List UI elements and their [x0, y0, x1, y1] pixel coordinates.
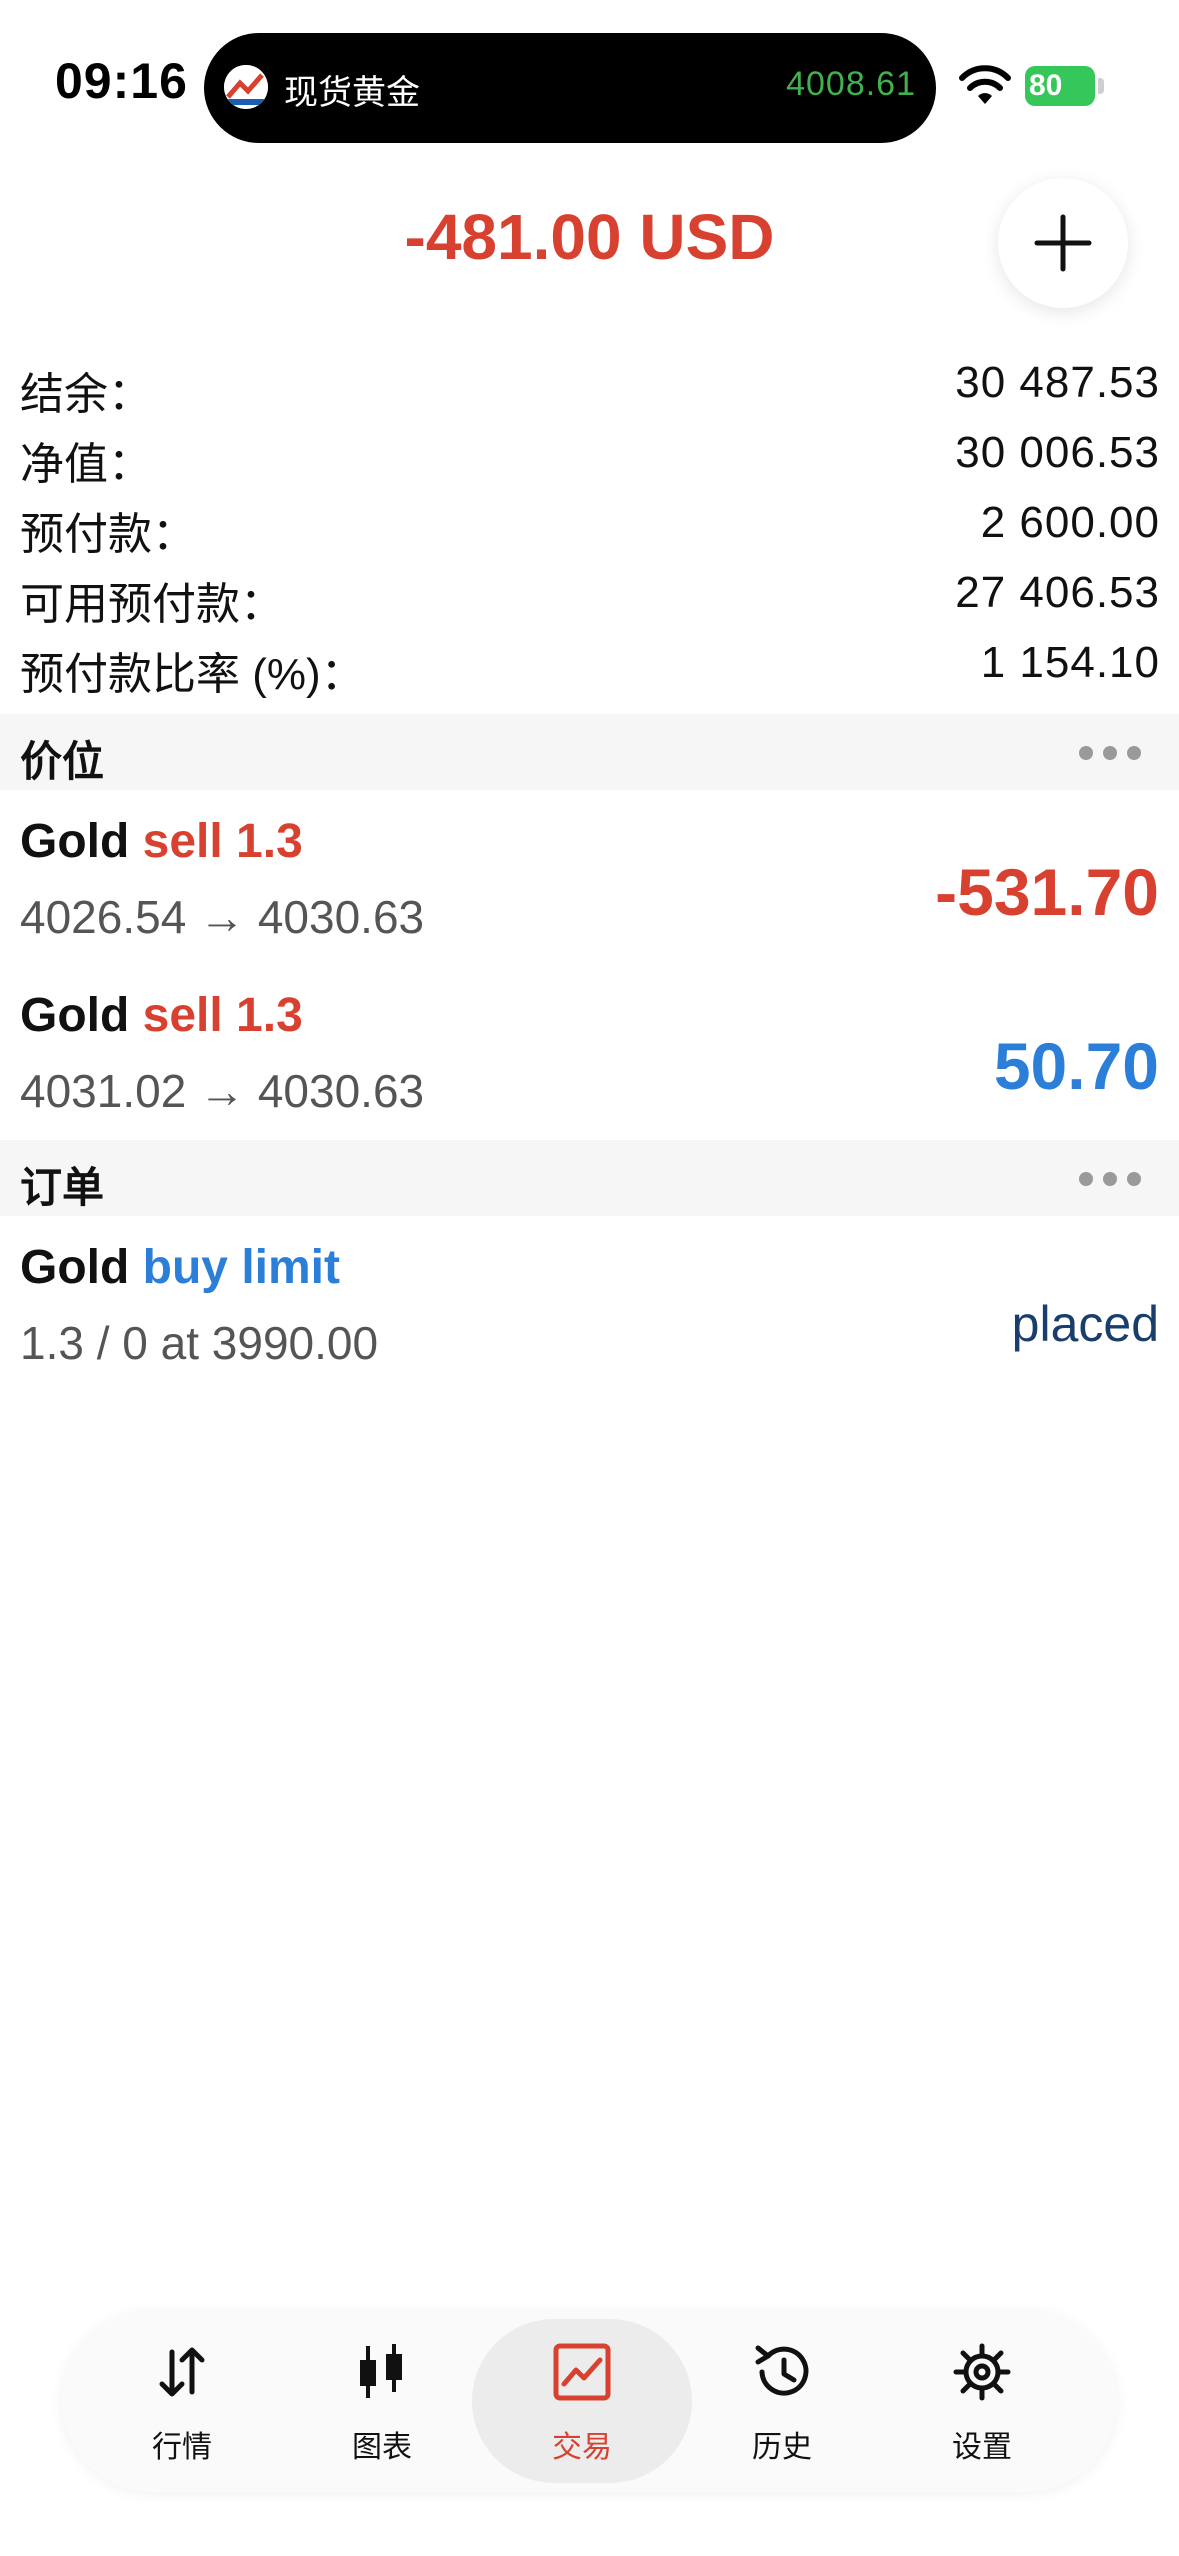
tab-history[interactable]: 历史 [682, 2310, 882, 2492]
tab-label: 交易 [552, 2431, 612, 2464]
order-status: placed [1011, 1296, 1159, 1352]
margin-level-label: 预付款比率 (%)： [20, 650, 365, 699]
account-row-balance: 结余： 30 487.53 [20, 358, 1160, 419]
order-details: 1.3 / 0 at 3990.00 [20, 1317, 379, 1369]
position-prices: 4026.54 → 4030.63 [20, 891, 425, 943]
margin-value: 2 600.00 [980, 498, 1160, 547]
margin-label: 预付款： [20, 510, 196, 559]
tab-settings[interactable]: 设置 [882, 2310, 1082, 2492]
tab-label: 历史 [752, 2431, 812, 2464]
trade-chart-icon [553, 2343, 611, 2401]
tab-label: 图表 [352, 2431, 412, 2464]
equity-value: 30 006.53 [955, 428, 1160, 477]
position-symbol: Gold sell 1.3 [20, 814, 303, 869]
tab-quotes[interactable]: 行情 [82, 2310, 282, 2492]
battery-indicator: 80 [1025, 66, 1105, 106]
new-order-button[interactable] [998, 178, 1128, 308]
battery-level: 80 [1025, 66, 1095, 106]
live-activity-island[interactable]: 现货黄金 4008.61 [204, 33, 936, 143]
order-row[interactable]: Gold buy limit 1.3 / 0 at 3990.00 placed [0, 1240, 1179, 1410]
position-symbol: Gold sell 1.3 [20, 988, 303, 1043]
account-row-margin-level: 预付款比率 (%)： 1 154.10 [20, 638, 1160, 699]
symbol-name: Gold [20, 989, 130, 1042]
order-symbol: Gold buy limit [20, 1240, 340, 1295]
symbol-name: Gold [20, 1241, 130, 1294]
position-side: sell 1.3 [142, 989, 303, 1042]
tab-label: 行情 [152, 2431, 212, 2464]
free-margin-label: 可用预付款： [20, 580, 284, 629]
status-time: 09:16 [55, 53, 188, 109]
plus-icon [1034, 214, 1092, 272]
balance-value: 30 487.53 [955, 358, 1160, 407]
equity-label: 净值： [20, 440, 152, 489]
position-prices: 4031.02 → 4030.63 [20, 1065, 425, 1117]
battery-tip [1098, 78, 1104, 94]
balance-label: 结余： [20, 370, 152, 419]
positions-section-header: 价位 [0, 714, 1179, 790]
wifi-icon [958, 62, 1012, 108]
candlestick-icon [360, 2344, 402, 2398]
history-clock-icon [755, 2345, 809, 2396]
arrows-up-down-icon [159, 2347, 205, 2397]
position-row[interactable]: Gold sell 1.3 4031.02 → 4030.63 50.70 [0, 988, 1179, 1158]
island-title: 现货黄金 [284, 74, 420, 112]
margin-level-value: 1 154.10 [980, 638, 1160, 687]
island-price: 4008.61 [786, 65, 916, 103]
account-row-free-margin: 可用预付款： 27 406.53 [20, 568, 1160, 629]
position-profit: 50.70 [993, 1029, 1159, 1103]
position-profit: -531.70 [935, 855, 1159, 929]
more-options-icon[interactable] [1079, 746, 1141, 760]
tab-label: 设置 [952, 2431, 1012, 2464]
position-row[interactable]: Gold sell 1.3 4026.54 → 4030.63 -531.70 [0, 814, 1179, 984]
symbol-name: Gold [20, 815, 130, 868]
orders-section-header: 订单 [0, 1140, 1179, 1216]
gear-icon [953, 2343, 1011, 2401]
position-side: sell 1.3 [142, 815, 303, 868]
more-options-icon[interactable] [1079, 1172, 1141, 1186]
orders-title: 订单 [20, 1164, 105, 1211]
free-margin-value: 27 406.53 [955, 568, 1160, 617]
account-row-equity: 净值： 30 006.53 [20, 428, 1160, 489]
tab-chart[interactable]: 图表 [282, 2310, 482, 2492]
account-row-margin: 预付款： 2 600.00 [20, 498, 1160, 559]
bottom-tab-bar: 行情 图表 交易 历史 设置 [62, 2310, 1117, 2492]
positions-title: 价位 [20, 738, 105, 785]
tab-trade[interactable]: 交易 [472, 2310, 692, 2492]
order-side: buy limit [142, 1241, 340, 1294]
app-logo-icon [224, 65, 268, 109]
